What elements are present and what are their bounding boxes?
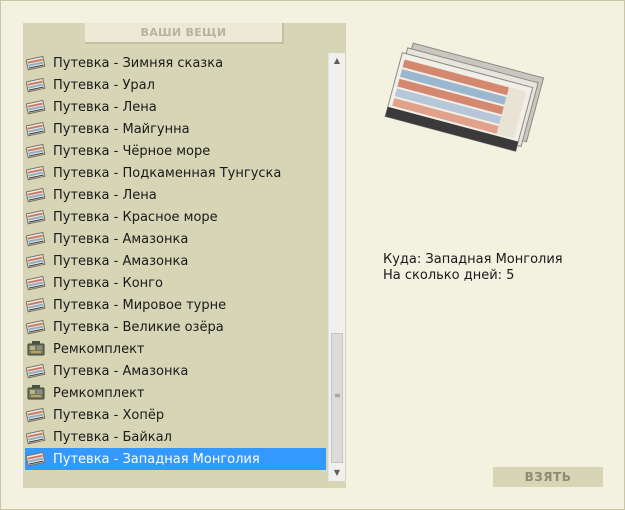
list-item[interactable]: Ремкомплект: [23, 338, 328, 360]
grip-icon: ≡: [334, 391, 341, 400]
scrollbar-thumb[interactable]: ≡: [331, 333, 343, 463]
list-item[interactable]: Путевка - Красное море: [23, 206, 328, 228]
ticket-icon: [25, 362, 47, 380]
list-item-label: Путевка - Мировое турне: [53, 297, 227, 313]
ticket-icon: [25, 120, 47, 138]
ticket-icon: [25, 406, 47, 424]
ticket-icon: [25, 142, 47, 160]
list-item-label: Путевка - Урал: [53, 77, 155, 93]
ticket-icon: [25, 252, 47, 270]
ticket-icon: [25, 450, 47, 468]
ticket-icon: [25, 318, 47, 336]
list-item-label: Путевка - Хопёр: [53, 407, 165, 423]
repair-kit-icon: [25, 384, 47, 402]
list-item-label: Путевка - Конго: [53, 275, 163, 291]
list-item[interactable]: Путевка - Лена: [23, 184, 328, 206]
repair-kit-icon: [25, 340, 47, 358]
ticket-icon: [25, 76, 47, 94]
list-item-label: Путевка - Западная Монголия: [53, 451, 260, 467]
list-item-label: Путевка - Великие озёра: [53, 319, 224, 335]
ticket-icon: [25, 98, 47, 116]
list-item[interactable]: Путевка - Зимняя сказка: [23, 52, 328, 74]
list-item-label: Путевка - Лена: [53, 99, 157, 115]
ticket-icon: [25, 428, 47, 446]
list-item-label: Путевка - Байкал: [53, 429, 172, 445]
ticket-icon: [25, 230, 47, 248]
ticket-icon: [25, 296, 47, 314]
list-item-label: Путевка - Зимняя сказка: [53, 55, 224, 71]
list-item[interactable]: Путевка - Западная Монголия: [25, 448, 326, 470]
scroll-down-arrow-icon[interactable]: ▼: [329, 465, 345, 481]
list-scrollbar[interactable]: ▲ ≡ ▼: [328, 53, 345, 481]
list-item[interactable]: Путевка - Урал: [23, 74, 328, 96]
list-item-label: Путевка - Красное море: [53, 209, 218, 225]
list-item[interactable]: Путевка - Лена: [23, 96, 328, 118]
list-item[interactable]: Ремкомплект: [23, 382, 328, 404]
list-item-label: Ремкомплект: [53, 385, 145, 401]
list-item[interactable]: Путевка - Амазонка: [23, 250, 328, 272]
list-item[interactable]: Путевка - Конго: [23, 272, 328, 294]
list-item[interactable]: Путевка - Чёрное море: [23, 140, 328, 162]
list-item[interactable]: Путевка - Великие озёра: [23, 316, 328, 338]
destination-text: Куда: Западная Монголия: [383, 252, 563, 267]
list-item[interactable]: Путевка - Байкал: [23, 426, 328, 448]
list-item[interactable]: Путевка - Мировое турне: [23, 294, 328, 316]
list-item-label: Ремкомплект: [53, 341, 145, 357]
take-button[interactable]: ВЗЯТЬ: [493, 467, 603, 487]
list-item-label: Путевка - Чёрное море: [53, 143, 211, 159]
ticket-bundle-icon: [382, 41, 552, 165]
ticket-icon: [25, 54, 47, 72]
list-item-label: Путевка - Лена: [53, 187, 157, 203]
list-item[interactable]: Путевка - Амазонка: [23, 360, 328, 382]
ticket-icon: [25, 274, 47, 292]
inventory-panel: ВАШИ ВЕЩИ Путевка - Зимняя сказка Путевка…: [23, 23, 346, 488]
list-item-label: Путевка - Амазонка: [53, 231, 189, 247]
list-item[interactable]: Путевка - Подкаменная Тунгуска: [23, 162, 328, 184]
list-item-label: Путевка - Амазонка: [53, 253, 189, 269]
item-details-panel: Куда: Западная Монголия На сколько дней:…: [346, 23, 602, 488]
ticket-icon: [25, 186, 47, 204]
scroll-up-arrow-icon[interactable]: ▲: [329, 53, 345, 69]
list-item[interactable]: Путевка - Амазонка: [23, 228, 328, 250]
list-item[interactable]: Путевка - Майгунна: [23, 118, 328, 140]
list-item-label: Путевка - Подкаменная Тунгуска: [53, 165, 282, 181]
list-item-label: Путевка - Майгунна: [53, 121, 190, 137]
ticket-icon: [25, 164, 47, 182]
panel-title: ВАШИ ВЕЩИ: [85, 23, 284, 44]
item-list: Путевка - Зимняя сказка Путевка - Урал Пут…: [23, 52, 328, 470]
duration-text: На сколько дней: 5: [383, 268, 515, 283]
list-item[interactable]: Путевка - Хопёр: [23, 404, 328, 426]
list-item-label: Путевка - Амазонка: [53, 363, 189, 379]
item-info: Куда: Западная Монголия На сколько дней:…: [383, 252, 563, 284]
ticket-icon: [25, 208, 47, 226]
